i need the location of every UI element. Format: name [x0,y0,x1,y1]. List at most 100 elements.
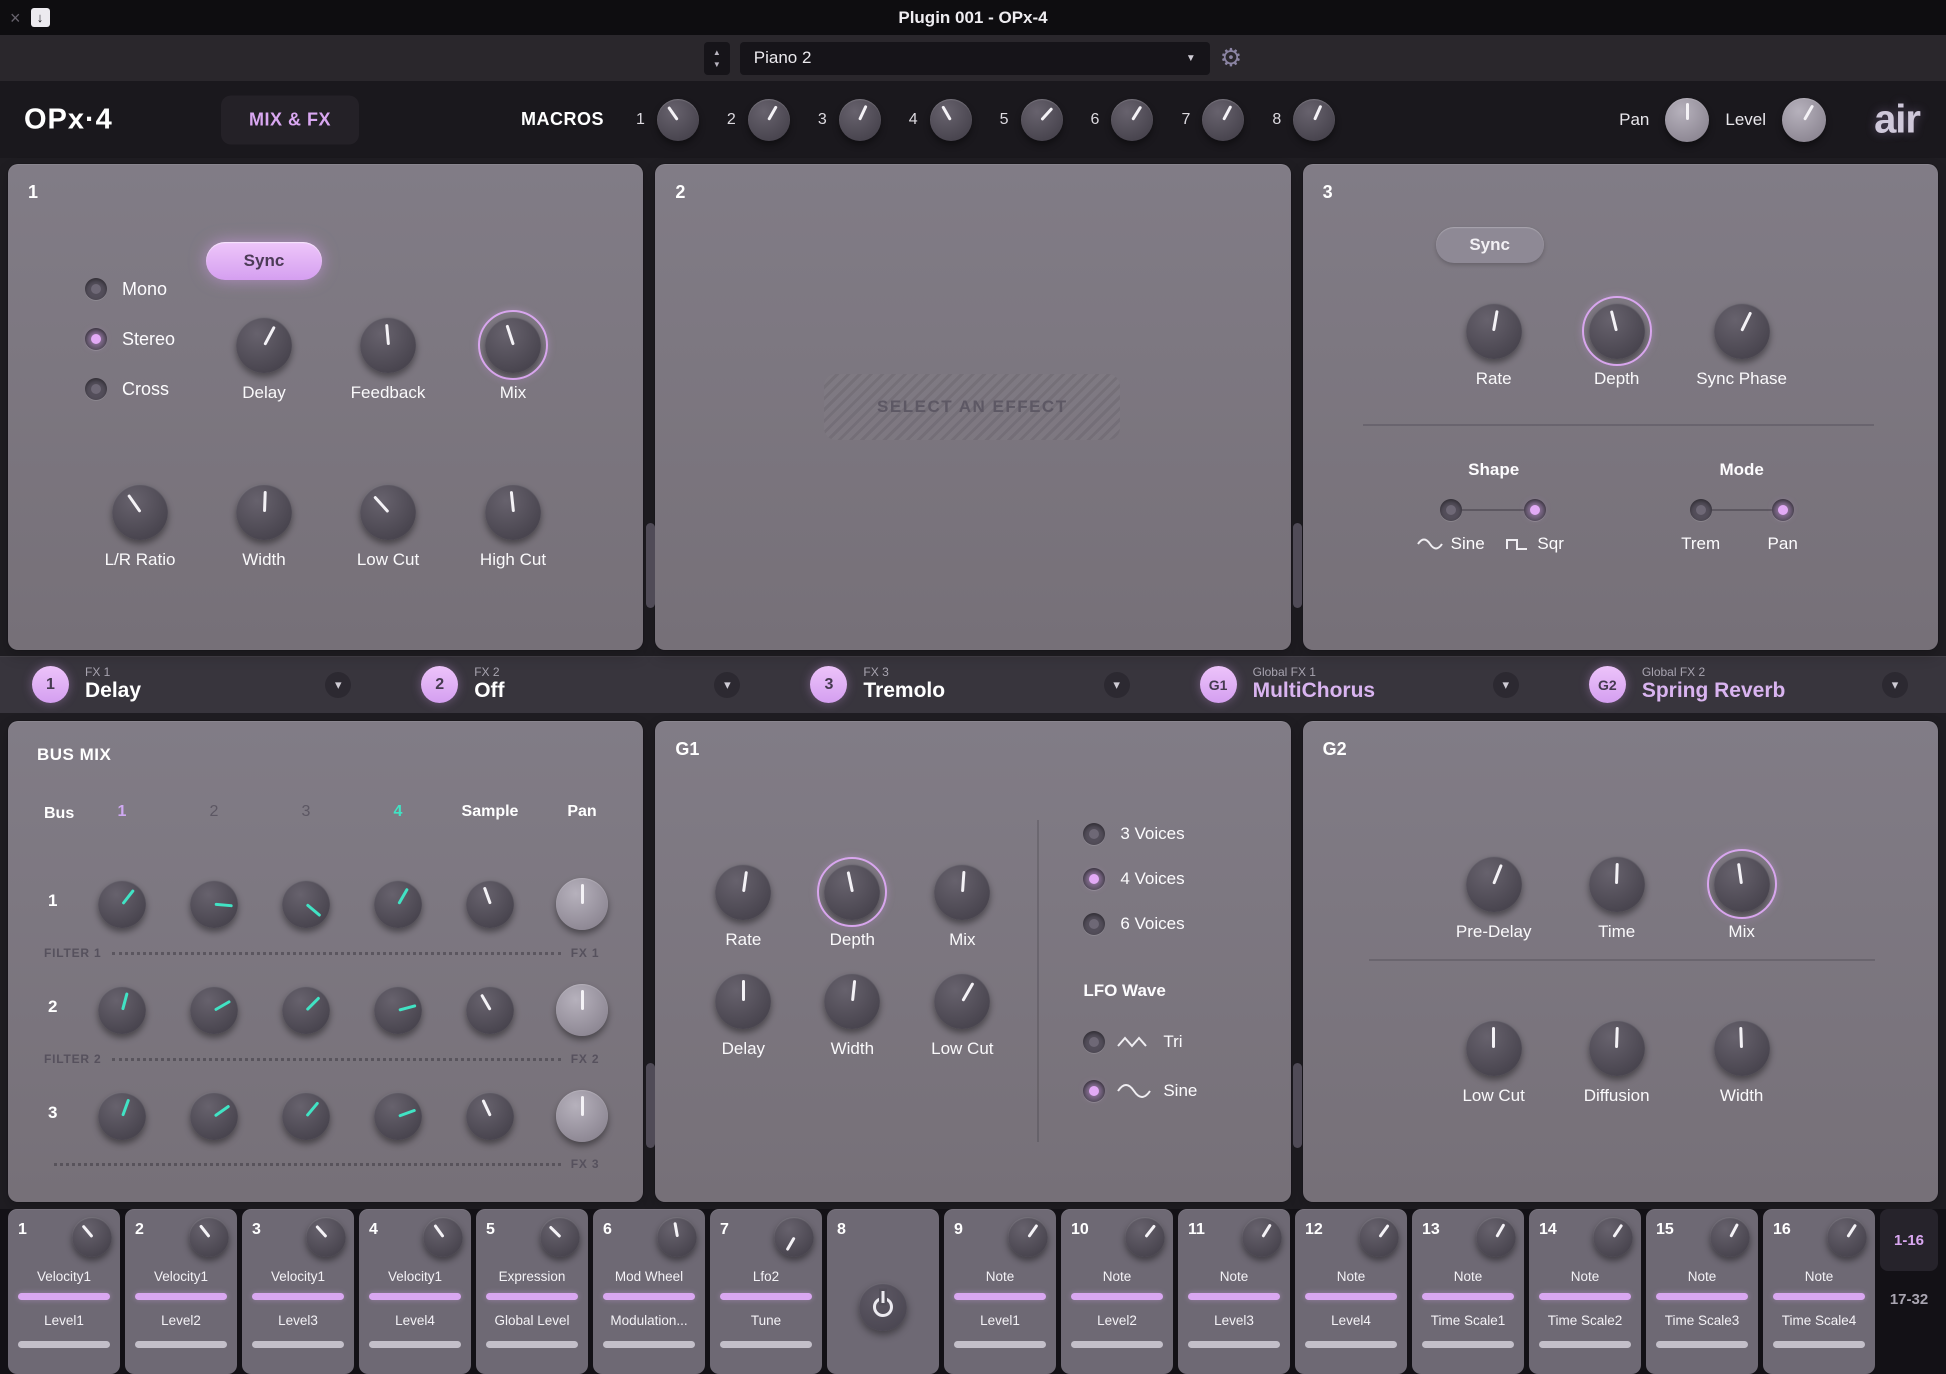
bus-knob[interactable] [190,1092,238,1140]
bus-knob[interactable] [374,986,422,1034]
width-knob[interactable] [824,973,881,1029]
fx-tab-2[interactable]: 2 FX 2 Off ▾ [389,656,778,713]
pan-knob[interactable] [556,1090,608,1142]
mix-knob[interactable] [478,310,548,380]
power-button[interactable] [859,1283,907,1331]
gear-icon[interactable]: ⚙ [1220,43,1242,73]
page-1-16[interactable]: 1-16 [1880,1209,1938,1271]
fx-tab-1[interactable]: 1 FX 1 Delay ▾ [0,656,389,713]
sample-knob[interactable] [466,986,514,1034]
stepper-down-icon[interactable]: ▼ [713,60,721,69]
rate-knob[interactable] [1465,303,1522,359]
sample-knob[interactable] [466,1092,514,1140]
macro-slot-knob[interactable] [1242,1217,1282,1257]
macro-slot-knob[interactable] [540,1217,580,1257]
tab-mix-fx[interactable]: MIX & FX [221,95,360,144]
bus-col-1[interactable]: 1 [76,803,168,821]
bus-knob[interactable] [374,880,422,928]
macro-slot-knob[interactable] [774,1217,814,1257]
diffusion-knob[interactable] [1588,1020,1645,1076]
width-knob[interactable] [1713,1020,1770,1076]
radio-mono[interactable]: Mono [85,278,175,300]
shape-option-sqr[interactable]: Sqr [1480,534,1590,554]
pre-delay-knob[interactable] [1465,856,1522,912]
panel-splitter[interactable] [1293,1063,1302,1148]
macro-knob-4[interactable] [929,98,972,141]
macro-slot-knob[interactable] [306,1217,346,1257]
low-cut-knob[interactable] [360,484,416,540]
macro-slot-knob[interactable] [1710,1217,1750,1257]
time-knob[interactable] [1588,856,1645,912]
lfo-option-sine[interactable]: Sine [1083,1080,1197,1102]
shape-radio-sine[interactable] [1439,499,1462,521]
preset-stepper[interactable]: ▲ ▼ [703,41,730,75]
feedback-knob[interactable] [360,317,416,373]
mix-knob[interactable] [934,864,991,920]
chevron-down-icon[interactable]: ▾ [1882,671,1909,698]
radio-stereo[interactable]: Stereo [85,328,175,350]
sync-button[interactable]: Sync [1435,227,1544,263]
macro-slot-knob[interactable] [657,1217,697,1257]
lr-ratio-knob[interactable] [112,484,168,540]
mode-radio-trem[interactable] [1689,499,1712,521]
macro-knob-3[interactable] [838,98,881,141]
pan-knob[interactable] [556,878,608,930]
width-knob[interactable] [236,484,292,540]
download-icon[interactable]: ↓ [30,8,50,27]
bus-knob[interactable] [374,1092,422,1140]
macro-knob-5[interactable] [1020,98,1063,141]
chevron-down-icon[interactable]: ▾ [325,671,352,698]
macro-slot-knob[interactable] [72,1217,112,1257]
macro-knob-2[interactable] [747,98,790,141]
radio-4-voices[interactable]: 4 Voices [1083,868,1185,890]
mix-knob[interactable] [1706,849,1777,919]
bus-knob[interactable] [98,986,146,1034]
level-knob[interactable] [1782,97,1826,142]
macro-knob-7[interactable] [1202,98,1245,141]
chevron-down-icon[interactable]: ▾ [1103,671,1130,698]
lfo-option-tri[interactable]: Tri [1083,1031,1183,1053]
macro-slot-knob[interactable] [1359,1217,1399,1257]
macro-slot-knob[interactable] [1125,1217,1165,1257]
close-icon[interactable]: × [10,9,21,27]
effect-placeholder[interactable]: SELECT AN EFFECT [824,374,1121,440]
radio-6-voices[interactable]: 6 Voices [1083,913,1185,935]
fx-tab-g1[interactable]: G1 Global FX 1 MultiChorus ▾ [1168,656,1557,713]
shape-radio-sqr[interactable] [1523,499,1546,521]
fx-tab-g2[interactable]: G2 Global FX 2 Spring Reverb ▾ [1557,656,1946,713]
pan-knob[interactable] [1665,97,1710,142]
radio-3-voices[interactable]: 3 Voices [1083,823,1185,845]
bus-knob[interactable] [282,986,330,1034]
macro-slot-knob[interactable] [1476,1217,1516,1257]
macro-knob-1[interactable] [656,98,699,141]
bus-col-4[interactable]: 4 [352,803,444,821]
low-cut-knob[interactable] [934,973,991,1029]
page-17-32[interactable]: 17-32 [1880,1277,1938,1321]
panel-splitter[interactable] [646,1063,655,1148]
bus-knob[interactable] [98,880,146,928]
macro-knob-8[interactable] [1293,98,1336,141]
bus-col-3[interactable]: 3 [260,803,352,821]
bus-col-2[interactable]: 2 [168,803,260,821]
panel-splitter[interactable] [1293,523,1302,608]
bus-knob[interactable] [190,880,238,928]
chevron-down-icon[interactable]: ▾ [1492,671,1519,698]
chevron-down-icon[interactable]: ▾ [714,671,741,698]
sync-button[interactable]: Sync [206,242,322,280]
pan-knob[interactable] [556,984,608,1036]
stepper-up-icon[interactable]: ▲ [713,48,721,57]
radio-cross[interactable]: Cross [85,378,175,400]
macro-slot-knob[interactable] [1008,1217,1048,1257]
sample-knob[interactable] [466,880,514,928]
bus-knob[interactable] [190,986,238,1034]
macro-knob-6[interactable] [1111,98,1154,141]
bus-knob[interactable] [282,880,330,928]
bus-knob[interactable] [282,1092,330,1140]
bus-knob[interactable] [98,1092,146,1140]
mode-radio-pan[interactable] [1771,499,1794,521]
rate-knob[interactable] [715,864,772,920]
high-cut-knob[interactable] [485,484,541,540]
delay-knob[interactable] [236,317,292,373]
delay-knob[interactable] [715,973,772,1029]
macro-slot-knob[interactable] [1827,1217,1867,1257]
